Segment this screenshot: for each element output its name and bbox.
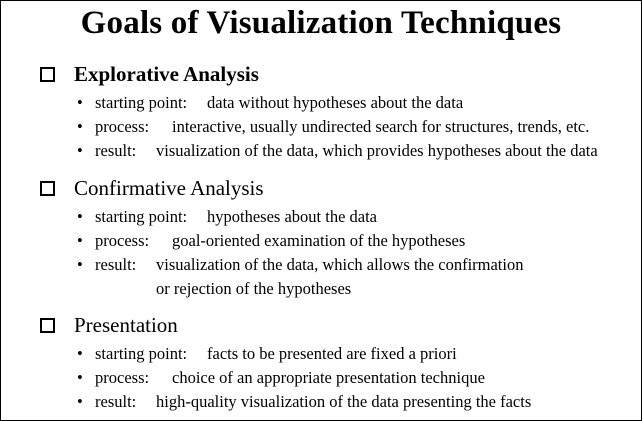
item-text: hypotheses about the data <box>207 207 377 226</box>
bullet-icon: • <box>77 93 83 112</box>
item-label: starting point: <box>95 207 188 226</box>
list-item: • starting point: facts to be presented … <box>1 342 641 366</box>
item-text: facts to be presented are fixed a priori <box>207 344 457 363</box>
section-header: Presentation <box>1 312 641 338</box>
item-label: starting point: <box>95 93 188 112</box>
item-label: process: <box>95 117 150 136</box>
item-text: visualization of the data, which allows … <box>156 255 524 274</box>
item-label: process: <box>95 231 150 250</box>
bullet-icon: • <box>77 255 83 274</box>
list-item: • result: visualization of the data, whi… <box>1 139 641 163</box>
item-text-continuation: or rejection of the hypotheses <box>156 279 352 298</box>
section-heading: Explorative Analysis <box>74 62 259 86</box>
list-item: • result: high-quality visualization of … <box>1 390 641 414</box>
list-item: • starting point: data without hypothese… <box>1 91 641 115</box>
slide: Goals of Visualization Techniques Explor… <box>0 0 642 421</box>
item-text: goal-oriented examination of the hypothe… <box>172 231 466 250</box>
item-text: interactive, usually undirected search f… <box>172 117 590 136</box>
section-header: Explorative Analysis <box>1 61 641 87</box>
section-explorative: Explorative Analysis • starting point: d… <box>1 61 641 160</box>
list-item: • result: visualization of the data, whi… <box>1 253 641 277</box>
item-text: visualization of the data, which provide… <box>156 141 598 160</box>
section-header: Confirmative Analysis <box>1 175 641 201</box>
bullet-icon: • <box>77 392 83 411</box>
bullet-icon: • <box>77 141 83 160</box>
checkbox-bullet-icon <box>40 318 55 333</box>
section-list: • starting point: data without hypothese… <box>1 91 641 163</box>
bullet-icon: • <box>77 344 83 363</box>
checkbox-bullet-icon <box>40 67 55 82</box>
list-item: • process: choice of an appropriate pres… <box>1 366 641 390</box>
bullet-icon: • <box>77 117 83 136</box>
section-confirmative: Confirmative Analysis • starting point: … <box>1 175 641 298</box>
item-text: high-quality visualization of the data p… <box>156 392 532 411</box>
item-text: choice of an appropriate presentation te… <box>172 368 485 387</box>
item-label: result: <box>95 255 137 274</box>
list-item-continuation: or rejection of the hypotheses <box>1 277 641 299</box>
section-list: • starting point: hypotheses about the d… <box>1 205 641 299</box>
section-presentation: Presentation • starting point: facts to … <box>1 312 641 411</box>
list-item: • process: interactive, usually undirect… <box>1 115 641 139</box>
bullet-icon: • <box>77 368 83 387</box>
item-label: process: <box>95 368 150 387</box>
section-list: • starting point: facts to be presented … <box>1 342 641 414</box>
item-label: result: <box>95 141 137 160</box>
section-heading: Presentation <box>74 313 178 337</box>
item-text: data without hypotheses about the data <box>207 93 464 112</box>
bullet-icon: • <box>77 207 83 226</box>
section-heading: Confirmative Analysis <box>74 176 264 200</box>
checkbox-bullet-icon <box>40 181 55 196</box>
item-label: starting point: <box>95 344 188 363</box>
list-item: • starting point: hypotheses about the d… <box>1 205 641 229</box>
bullet-icon: • <box>77 231 83 250</box>
list-item: • process: goal-oriented examination of … <box>1 229 641 253</box>
item-label: result: <box>95 392 137 411</box>
slide-title: Goals of Visualization Techniques <box>80 5 562 41</box>
